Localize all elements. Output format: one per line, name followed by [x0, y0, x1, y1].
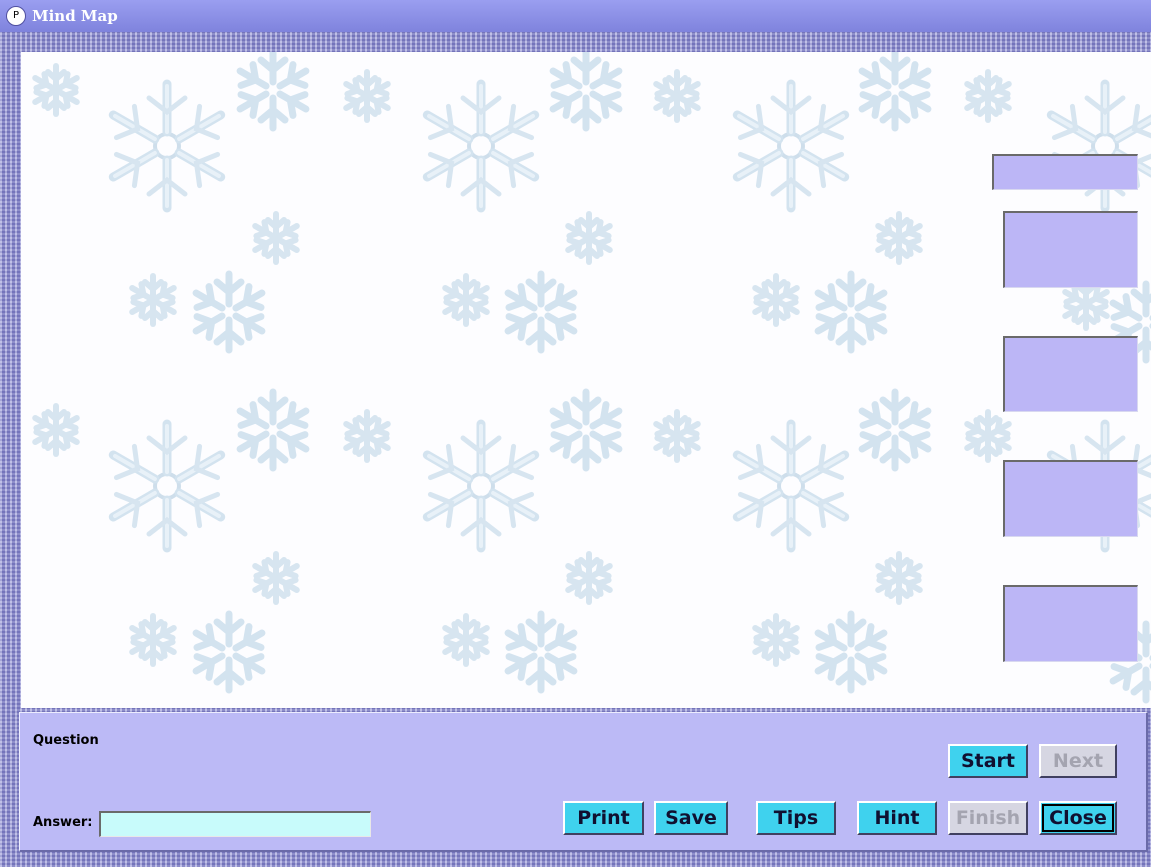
start-button[interactable]: Start: [948, 744, 1028, 778]
print-button[interactable]: Print: [563, 801, 644, 835]
window-title: Mind Map: [32, 7, 118, 25]
mind-map-node-1[interactable]: [1003, 211, 1138, 288]
tips-button[interactable]: Tips: [756, 801, 836, 835]
app-icon: P: [6, 6, 26, 26]
mind-map-node-3[interactable]: [1003, 460, 1138, 537]
mind-map-canvas[interactable]: [21, 52, 1151, 708]
title-bar: P Mind Map: [0, 0, 1151, 32]
hint-button[interactable]: Hint: [857, 801, 937, 835]
mind-map-node-title[interactable]: [992, 154, 1138, 190]
finish-button[interactable]: Finish: [948, 801, 1028, 835]
mind-map-node-4[interactable]: [1003, 585, 1138, 662]
mind-map-node-2[interactable]: [1003, 336, 1138, 412]
next-button[interactable]: Next: [1039, 744, 1117, 778]
answer-label: Answer:: [33, 815, 93, 830]
snowflake-background: [21, 52, 1151, 708]
close-button[interactable]: Close: [1039, 801, 1117, 835]
question-label: Question: [33, 733, 99, 748]
save-button[interactable]: Save: [654, 801, 728, 835]
control-panel: Question Answer: Start Next Print Save T…: [19, 712, 1148, 852]
answer-input[interactable]: [99, 811, 371, 837]
